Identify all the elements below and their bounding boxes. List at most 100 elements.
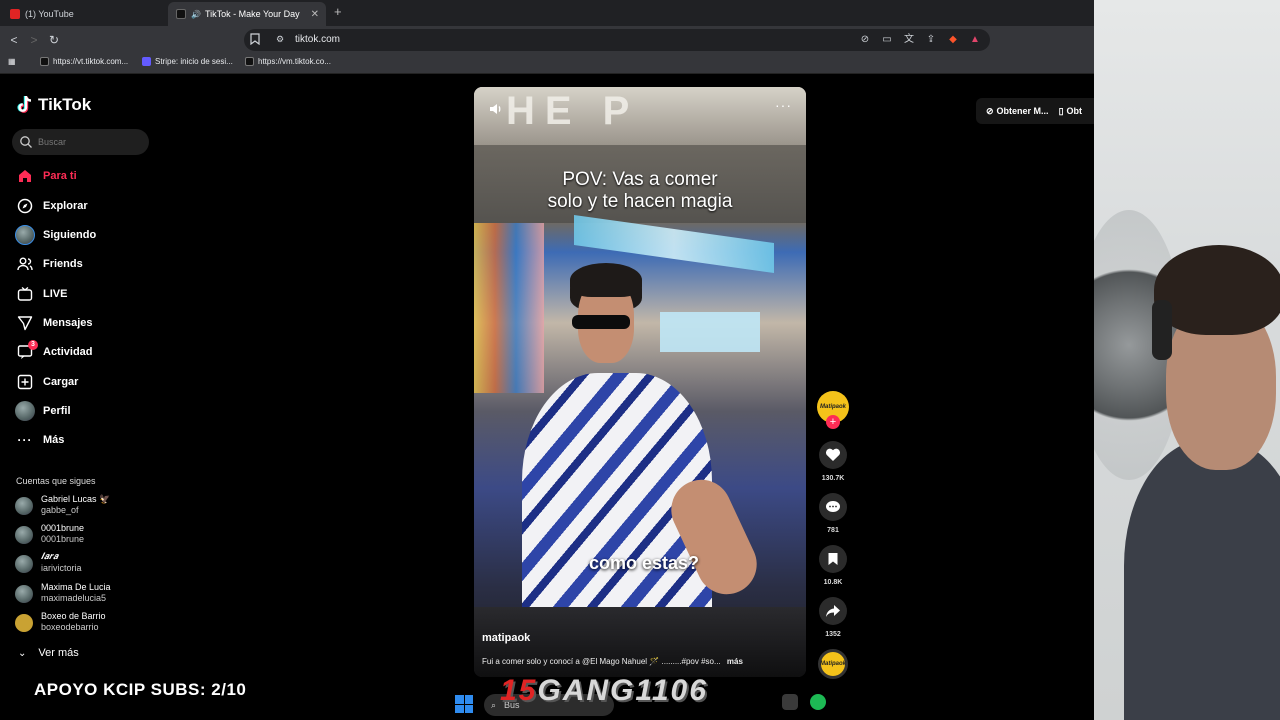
tab-tiktok[interactable]: 🔊 TikTok - Make Your Day ✕ (168, 2, 326, 26)
video-caption: POV: Vas a comer solo y te hacen magia (474, 169, 806, 213)
followed-account[interactable]: Maxima De Lucia maximadelucia5 (15, 581, 165, 607)
account-name: Gabriel Lucas 🦅 (41, 494, 111, 504)
apps-grid-icon[interactable]: ▦ (8, 57, 16, 66)
bookmark-label: Stripe: inicio de sesi... (155, 57, 233, 66)
rewards-icon[interactable]: ▲ (968, 33, 982, 47)
webcam-overlay (1094, 0, 1280, 720)
no-cast-icon[interactable]: ⊘ (858, 33, 872, 47)
more-link[interactable]: más (727, 657, 743, 666)
tab-label: (1) YouTube (25, 9, 74, 19)
video-description: Fui a comer solo y conocí a @El Mago Nah… (482, 657, 800, 666)
avatar (15, 614, 33, 632)
upload-icon (15, 372, 35, 392)
bookmark-label: https://vm.tiktok.co... (258, 57, 331, 66)
tiktok-note-icon (17, 95, 32, 113)
url-text: tiktok.com (295, 34, 341, 45)
get-app-bar: ⊘ Obtener M... ▯ Obt (976, 98, 1094, 124)
see-more-label: Ver más (38, 647, 79, 659)
video-frame-posters (474, 223, 544, 393)
tab-youtube[interactable]: (1) YouTube (2, 2, 164, 26)
search-input[interactable]: Buscar (12, 129, 149, 155)
caption-line: solo y te hacen magia (547, 191, 733, 212)
nav-label: Más (43, 434, 65, 446)
tiktok-logo[interactable]: TikTok (16, 95, 91, 115)
translate-icon[interactable]: 文 (902, 33, 916, 47)
youtube-favicon-icon (10, 9, 20, 19)
get-app-icon: ⊘ (986, 105, 994, 116)
followed-account[interactable]: Gabriel Lucas 🦅 gabbe_of (15, 493, 165, 519)
music-disc-icon[interactable]: Matipaok (818, 649, 848, 679)
brand-logo-number: 15 (500, 674, 538, 707)
spotify-icon[interactable] (810, 694, 826, 710)
site-settings-icon[interactable]: ⚙ (276, 34, 284, 45)
bookmark-item[interactable]: https://vm.tiktok.co... (245, 57, 331, 66)
video-frame-hair-top (570, 263, 642, 297)
back-button[interactable]: < (6, 32, 22, 48)
bookmark-item[interactable]: https://vt.tiktok.com... (40, 57, 128, 66)
bookmark-item[interactable]: Stripe: inicio de sesi... (142, 57, 233, 66)
nav-label: Mensajes (43, 317, 93, 329)
share-button[interactable]: 1352 (812, 597, 854, 638)
browser-toolbar: < > ↻ ⚙ tiktok.com ⊘ ▭ 文 ⇪ ◆ ▲ (0, 26, 1094, 54)
profile-avatar (15, 401, 35, 421)
followed-account[interactable]: Boxeo de Barrio boxeodebarrio (15, 610, 165, 636)
get-app-button-2[interactable]: Obt (1067, 106, 1083, 116)
new-tab-button[interactable]: + (334, 4, 342, 19)
volume-icon[interactable] (488, 101, 504, 117)
share-arrow-icon (819, 597, 847, 625)
nav-para-ti[interactable]: Para ti (15, 165, 77, 187)
following-section-title: Cuentas que sigues (16, 476, 96, 486)
following-avatar (15, 225, 35, 245)
brave-shield-icon[interactable]: ◆ (946, 33, 960, 47)
follow-plus-icon[interactable]: + (826, 415, 840, 429)
nav-actividad[interactable]: 3 Actividad (15, 340, 93, 363)
nav-explorar[interactable]: Explorar (15, 195, 88, 217)
steam-icon[interactable] (782, 694, 798, 710)
save-button[interactable]: 10.8K (812, 545, 854, 586)
like-button[interactable]: 130.7K (812, 441, 854, 482)
video-subtitle: como estas? (588, 553, 700, 573)
video-author[interactable]: matipaok (482, 632, 530, 644)
tab-bar: (1) YouTube 🔊 TikTok - Make Your Day ✕ + (0, 0, 1094, 26)
avatar (15, 497, 33, 515)
see-more-button[interactable]: ⌄ Ver más (18, 647, 79, 659)
webcam-headset (1152, 300, 1172, 360)
chevron-down-icon: ⌄ (18, 647, 27, 659)
nav-label: Explorar (43, 200, 88, 212)
webcam-hair (1154, 245, 1280, 335)
nav-cargar[interactable]: Cargar (15, 371, 78, 393)
nav-mensajes[interactable]: Mensajes (15, 312, 93, 334)
more-options-icon[interactable]: ··· (775, 97, 792, 113)
avatar (15, 585, 33, 603)
screen-icon[interactable]: ▭ (880, 33, 894, 47)
forward-button[interactable]: > (26, 32, 42, 48)
nav-friends[interactable]: Friends (15, 253, 83, 275)
windows-start-icon[interactable] (455, 695, 473, 713)
tiktok-favicon-icon (176, 9, 186, 19)
nav-mas[interactable]: ··· Más (15, 429, 65, 451)
followed-account[interactable]: 0001brune 0001brune (15, 522, 165, 548)
followed-account[interactable]: 𝑰𝒂𝒓𝒂 iarivictoria (15, 551, 165, 577)
address-bar[interactable]: ⚙ tiktok.com ⊘ ▭ 文 ⇪ ◆ ▲ (244, 29, 990, 51)
nav-live[interactable]: LIVE (15, 283, 67, 305)
caption-line: POV: Vas a comer (562, 169, 718, 190)
nav-siguiendo[interactable]: Siguiendo (15, 224, 96, 246)
comment-count: 781 (827, 527, 839, 534)
comment-button[interactable]: 781 (812, 493, 854, 534)
nav-label: Siguiendo (43, 229, 97, 241)
avatar (15, 526, 33, 544)
nav-perfil[interactable]: Perfil (15, 400, 71, 422)
bookmark-icon[interactable] (250, 33, 260, 45)
share-icon[interactable]: ⇪ (924, 33, 938, 47)
bookmark-label: https://vt.tiktok.com... (53, 57, 129, 66)
reload-button[interactable]: ↻ (46, 32, 62, 48)
get-app-button[interactable]: Obtener M... (997, 106, 1049, 116)
account-handle: iarivictoria (41, 563, 82, 573)
account-handle: 0001brune (41, 534, 85, 544)
avatar (15, 555, 33, 573)
video-player[interactable]: HE P POV: Vas a comer solo y te hacen ma… (474, 87, 806, 677)
stream-brand-logo: 15GANG1106 (500, 674, 708, 708)
share-count: 1352 (825, 631, 841, 638)
close-tab-icon[interactable]: ✕ (311, 9, 319, 20)
notification-badge: 3 (28, 340, 38, 350)
